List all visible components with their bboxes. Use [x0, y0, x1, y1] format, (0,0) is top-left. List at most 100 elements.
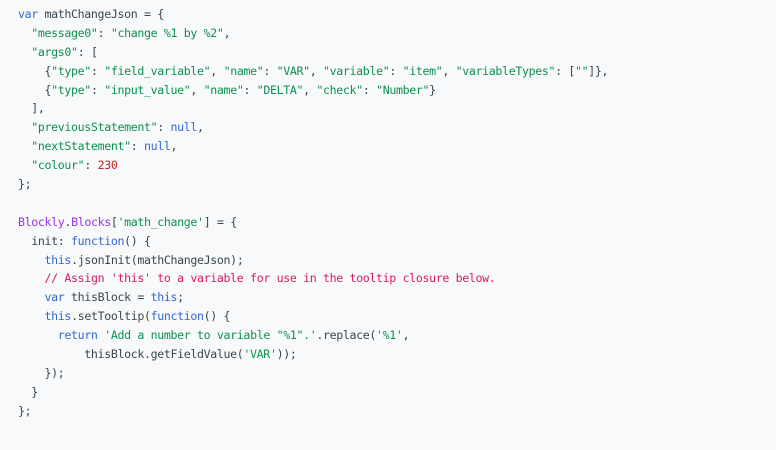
code-token-plain: :: [362, 82, 377, 97]
code-token-plain: thisBlock.getFieldValue(: [18, 347, 244, 362]
code-token-keyword: this: [150, 290, 178, 305]
code-token-plain: };: [18, 177, 32, 192]
code-token-plain: ,: [309, 63, 324, 78]
code-token-string: "check": [316, 82, 363, 97]
code-token-plain: .setTooltip(: [71, 309, 151, 324]
code-line: });: [18, 364, 776, 383]
code-block: var mathChangeJson = { "message0": "chan…: [0, 0, 776, 421]
code-token-plain: .jsonInit(mathChangeJson);: [71, 252, 244, 267]
code-token-plain: ] = {: [203, 214, 238, 229]
code-line: {"type": "field_variable", "name": "VAR"…: [18, 62, 776, 81]
code-line: };: [18, 175, 776, 194]
code-token-string: '%1': [376, 328, 403, 343]
code-token-plain: ,: [190, 82, 204, 97]
code-token-string: "variableTypes": [455, 63, 556, 78]
code-token-string: "DELTA": [256, 82, 304, 97]
code-token-plain: :: [90, 82, 105, 97]
code-line: thisBlock.getFieldValue('VAR'));: [18, 345, 776, 364]
code-line: return 'Add a number to variable "%1".'.…: [18, 326, 776, 345]
code-token-plain: ,: [197, 120, 204, 135]
code-token-plain: :: [97, 25, 111, 40]
code-token-plain: .replace(: [316, 328, 377, 343]
code-token-keyword: var: [44, 290, 65, 305]
code-token-plain: }: [429, 82, 436, 97]
code-token-plain: :: [84, 158, 98, 173]
code-line: };: [18, 402, 776, 421]
code-token-plain: :: [130, 139, 144, 154]
code-line: // Assign 'this' to a variable for use i…: [18, 269, 776, 288]
code-token-string: "colour": [31, 158, 85, 173]
code-line: this.jsonInit(mathChangeJson);: [18, 251, 776, 270]
code-token-plain: :: [157, 120, 171, 135]
code-token-plain: ,: [442, 63, 456, 78]
code-token-plain: : [: [77, 44, 98, 59]
code-token-plain: {: [18, 63, 52, 78]
code-token-string: 'math_change': [117, 214, 204, 229]
code-token-plain: : [: [555, 63, 575, 78]
code-token-string: "message0": [31, 25, 98, 40]
code-token-string: "type": [51, 82, 91, 97]
code-token-plain: ,: [223, 25, 231, 40]
code-token-string: "field_variable": [104, 63, 211, 78]
code-line: {"type": "input_value", "name": "DELTA",…: [18, 81, 776, 100]
code-token-plain: :: [243, 82, 257, 97]
code-line: ],: [18, 99, 776, 118]
code-token-plain: }: [18, 384, 38, 399]
code-line: var thisBlock = this;: [18, 288, 776, 307]
code-token-plain: ]},: [588, 63, 609, 78]
code-line: "message0": "change %1 by %2",: [18, 24, 776, 43]
code-token-string: "nextStatement": [31, 139, 131, 154]
code-token-plain: ],: [18, 101, 45, 116]
code-token-plain: ,: [303, 82, 317, 97]
code-token-plain: ,: [210, 63, 224, 78]
code-token-string: "item": [402, 63, 443, 78]
code-token-string: "Number": [376, 82, 430, 97]
code-token-string: "name": [223, 63, 264, 78]
code-token-plain: thisBlock =: [64, 290, 151, 305]
code-token-string: "input_value": [104, 82, 191, 97]
code-token-plain: ;: [177, 290, 184, 305]
code-token-plain: () {: [203, 309, 231, 324]
code-token-string: "change %1 by %2": [110, 25, 224, 40]
code-line: init: function() {: [18, 232, 776, 251]
code-token-plain: mathChangeJson = {: [37, 7, 165, 21]
code-token-keyword: null: [143, 139, 171, 154]
code-line: "previousStatement": null,: [18, 118, 776, 137]
code-token-plain: ,: [402, 328, 410, 343]
code-line: "colour": 230: [18, 156, 776, 175]
code-token-plain: };: [18, 403, 32, 418]
code-token-string: "previousStatement": [31, 120, 158, 135]
code-token-keyword: function: [150, 309, 204, 324]
code-token-plain: ,: [170, 139, 178, 154]
code-token-keyword: var: [18, 7, 38, 21]
code-line: var mathChangeJson = {: [18, 5, 776, 24]
code-token-keyword: this: [44, 252, 72, 267]
code-token-string: "name": [203, 82, 244, 97]
code-line: }: [18, 383, 776, 402]
code-line: "args0": [: [18, 43, 776, 62]
code-token-string: "type": [51, 63, 91, 78]
code-token-number: 230: [97, 158, 118, 173]
code-token-identifier: Blocks: [71, 214, 111, 229]
code-token-keyword: return: [57, 328, 98, 343]
code-token-plain: :: [90, 63, 105, 78]
code-token-plain: {: [18, 82, 52, 97]
code-token-keyword: function: [71, 233, 125, 248]
code-token-plain: });: [18, 365, 65, 380]
code-token-string: "args0": [31, 44, 78, 59]
code-token-plain: :: [263, 63, 277, 78]
code-line: ​: [18, 194, 776, 213]
code-line: this.setTooltip(function() {: [18, 307, 776, 326]
code-token-string: 'VAR': [243, 347, 277, 362]
code-panel: var mathChangeJson = { "message0": "chan…: [0, 0, 776, 450]
code-token-plain: :: [389, 63, 403, 78]
code-token-string: "VAR": [276, 63, 311, 78]
